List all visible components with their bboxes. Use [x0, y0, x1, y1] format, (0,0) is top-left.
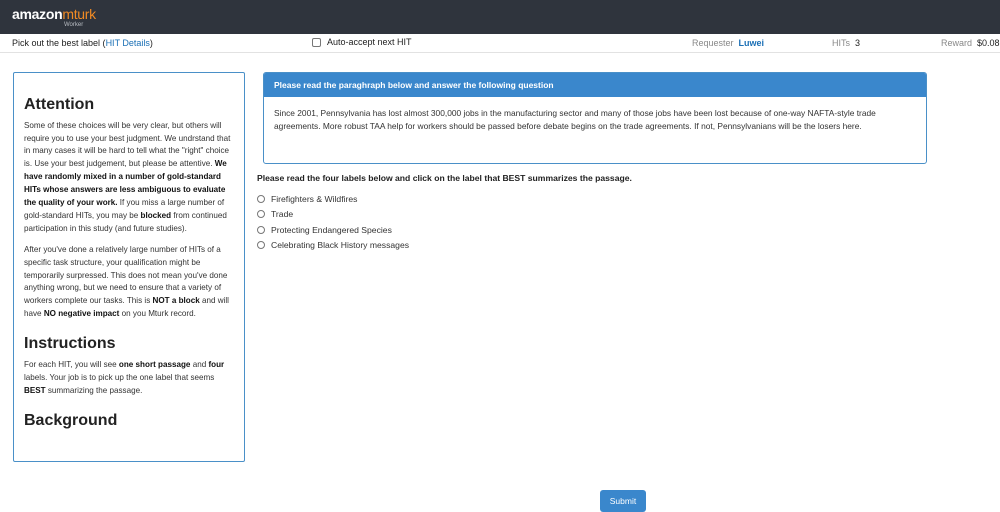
bold-text: four — [208, 359, 225, 369]
hits-value: 3 — [855, 38, 861, 48]
auto-accept-toggle[interactable]: Auto-accept next HIT — [312, 37, 412, 47]
passage-panel-heading: Please read the paraghraph below and ans… — [264, 73, 926, 97]
radio-button[interactable] — [257, 194, 265, 203]
radio-button[interactable] — [257, 241, 265, 250]
text-run: and — [190, 359, 209, 369]
top-navbar: amazonmturk Worker — [0, 0, 1000, 34]
instructions-paragraph: For each HIT, you will see one short pas… — [24, 359, 235, 398]
passage-text: Since 2001, Pennsylvania has lost almost… — [274, 108, 876, 131]
bold-text: blocked — [140, 210, 172, 220]
logo-amazon-text: amazon — [12, 6, 63, 22]
bold-text: NO negative impact — [43, 309, 120, 319]
text-run: labels. Your job is to pick up the one l… — [24, 372, 215, 382]
hit-title-suffix: ) — [149, 38, 153, 48]
text-run: Some of these choices will be very clear… — [24, 120, 231, 169]
option-label: Firefighters & Wildfires — [271, 193, 358, 204]
bold-text: NOT a block — [152, 296, 200, 306]
auto-accept-checkbox[interactable] — [312, 37, 321, 47]
radio-button[interactable] — [257, 210, 265, 219]
hit-info-bar: Pick out the best label (HIT Details) Au… — [0, 34, 1000, 53]
attention-paragraph-1: Some of these choices will be very clear… — [24, 120, 235, 236]
bold-text: one short passage — [118, 359, 191, 369]
submit-button[interactable]: Submit — [600, 490, 646, 512]
attention-paragraph-2: After you've done a relatively large num… — [24, 244, 235, 321]
text-run: For each HIT, you will see — [24, 359, 119, 369]
instructions-heading: Instructions — [24, 335, 116, 353]
option-label: Trade — [271, 209, 294, 220]
option-celebrating-black-history[interactable]: Celebrating Black History messages — [257, 238, 409, 254]
option-label: Celebrating Black History messages — [271, 240, 410, 251]
reward-info: Reward $0.08 — [941, 38, 1000, 48]
option-protecting-endangered-species[interactable]: Protecting Endangered Species — [257, 222, 409, 238]
attention-heading: Attention — [24, 96, 95, 113]
hit-title: Pick out the best label (HIT Details) — [12, 38, 153, 48]
background-heading: Background — [24, 411, 118, 429]
hit-details-link[interactable]: HIT Details — [106, 38, 150, 48]
hits-label: HITs — [832, 38, 850, 48]
auto-accept-label: Auto-accept next HIT — [327, 37, 412, 47]
mturk-logo[interactable]: amazonmturk Worker — [12, 6, 96, 28]
text-run: on you Mturk record. — [119, 309, 196, 319]
logo-mturk-text: mturk — [62, 6, 96, 22]
instructions-sidebar[interactable]: Attention Some of these choices will be … — [13, 72, 245, 462]
requester-link[interactable]: Luwei — [739, 38, 765, 48]
hit-title-text: Pick out the best label ( — [12, 38, 106, 48]
text-run: summarizing the passage. — [45, 385, 143, 395]
logo-worker-text: Worker — [64, 22, 84, 28]
question-prompt: Please read the four labels below and cl… — [257, 173, 632, 183]
label-options: Firefighters & Wildfires Trade Protectin… — [257, 191, 409, 253]
option-firefighters-wildfires[interactable]: Firefighters & Wildfires — [257, 191, 409, 207]
reward-value: $0.08 — [977, 38, 1000, 48]
option-label: Protecting Endangered Species — [271, 224, 392, 235]
hits-info: HITs 3 — [832, 38, 860, 48]
option-trade[interactable]: Trade — [257, 207, 409, 223]
radio-button[interactable] — [257, 225, 265, 234]
reward-label: Reward — [941, 38, 973, 48]
requester-info: Requester Luwei — [692, 38, 764, 48]
requester-label: Requester — [692, 38, 734, 48]
bold-text: BEST — [24, 385, 46, 395]
passage-panel: Please read the paraghraph below and ans… — [263, 72, 927, 164]
